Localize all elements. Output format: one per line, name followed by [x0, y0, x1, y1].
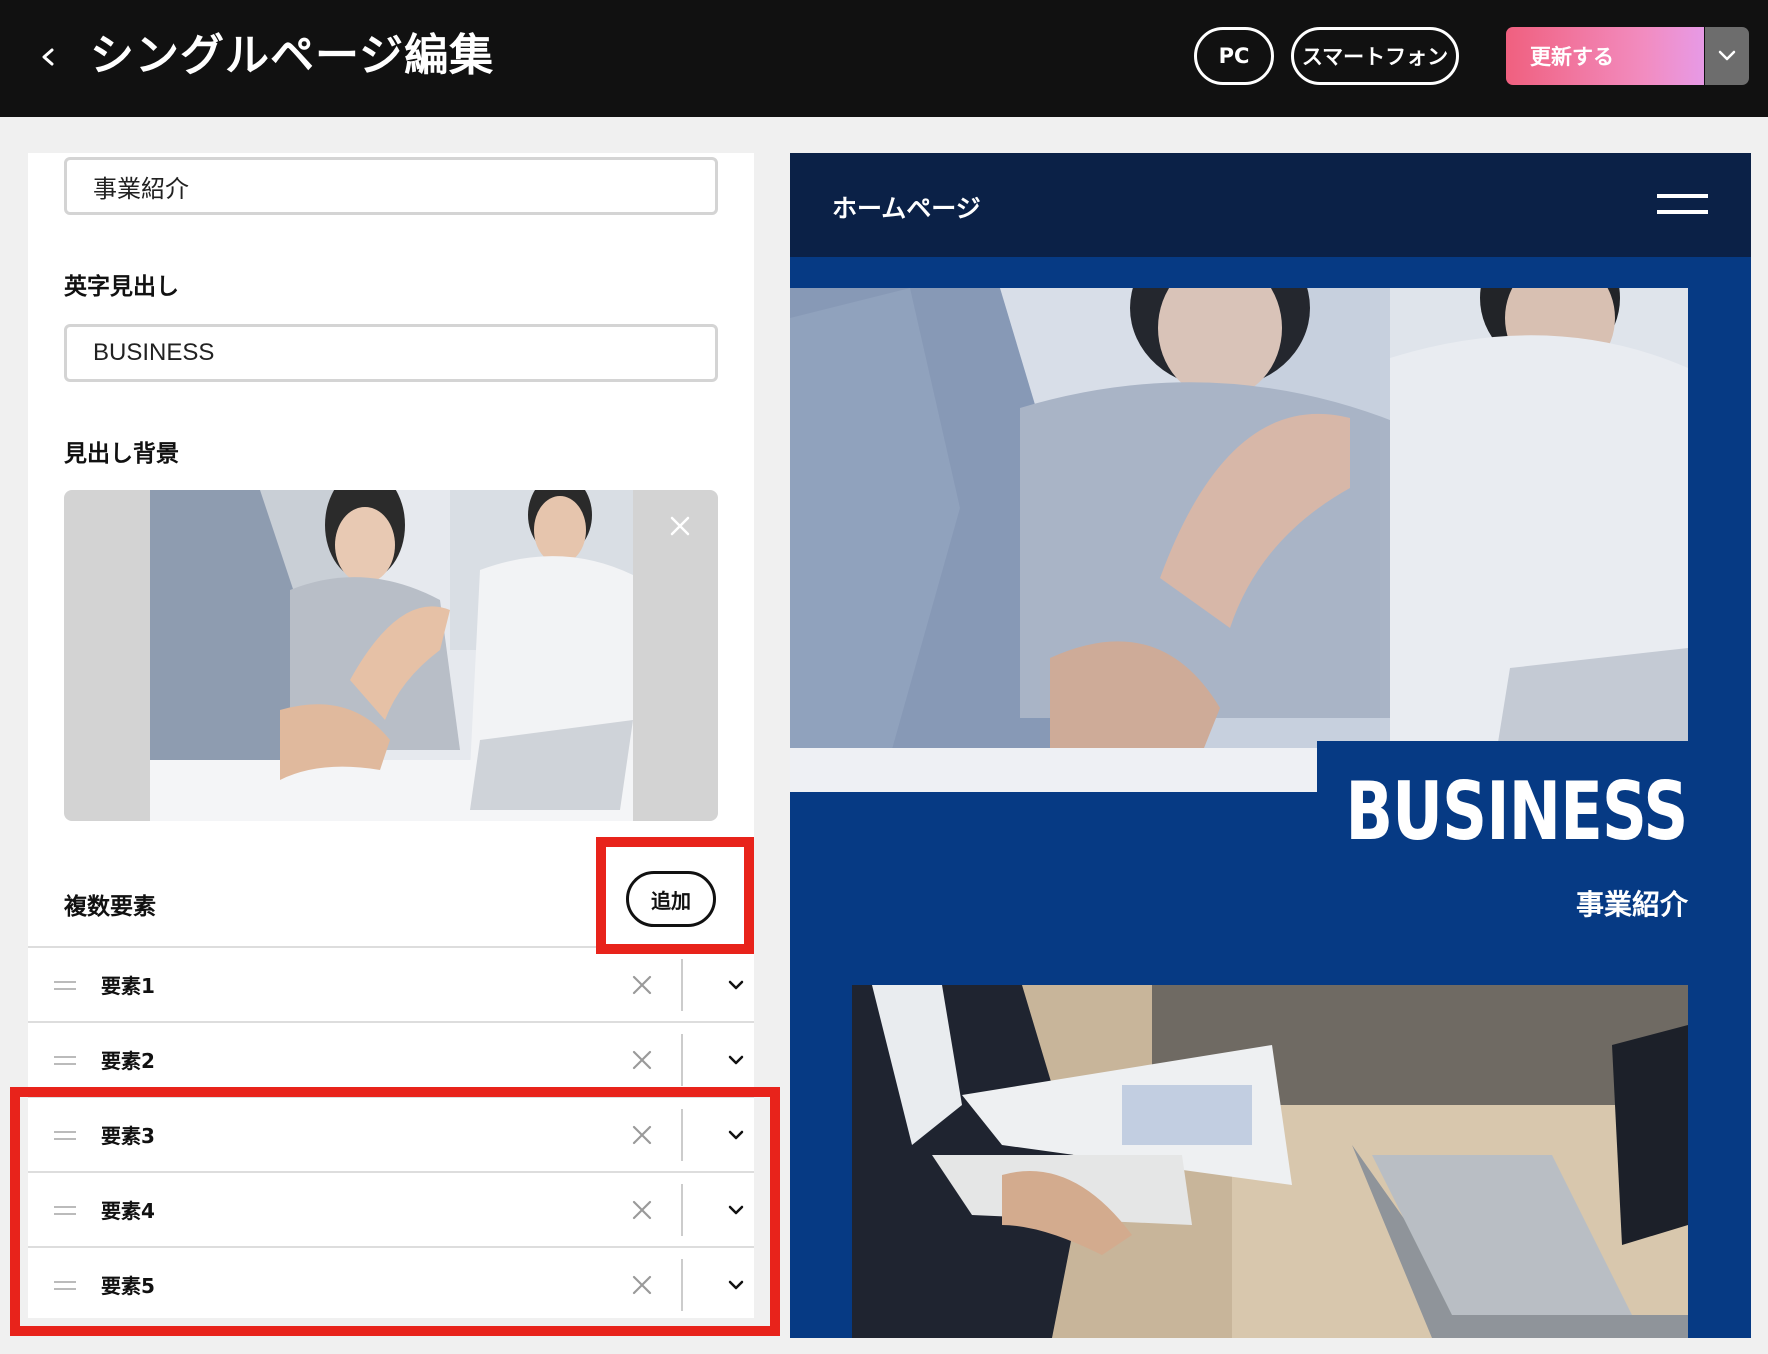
- delete-icon[interactable]: [631, 1199, 653, 1221]
- list-item[interactable]: 要素1: [28, 946, 754, 1021]
- heading-input[interactable]: 事業紹介: [64, 157, 718, 215]
- chevron-down-icon[interactable]: [728, 1203, 744, 1217]
- divider: [681, 1034, 683, 1086]
- element-list: 要素1 要素2 要素3 要素4 要素5: [28, 946, 754, 1318]
- chevron-down-icon[interactable]: [728, 1278, 744, 1292]
- english-heading-label: 英字見出し: [64, 274, 179, 300]
- preview-heading-en: BUSINESS: [1345, 765, 1689, 858]
- editor-panel: 事業紹介 英字見出し BUSINESS 見出し背景 複数要素 追加 要素1 要素…: [28, 153, 754, 1318]
- list-item[interactable]: 要素5: [28, 1246, 754, 1318]
- multi-elements-label: 複数要素: [64, 894, 156, 920]
- delete-icon[interactable]: [631, 1049, 653, 1071]
- delete-icon[interactable]: [631, 974, 653, 996]
- list-item[interactable]: 要素2: [28, 1021, 754, 1096]
- chevron-down-icon[interactable]: [728, 978, 744, 992]
- divider: [681, 1259, 683, 1311]
- smartphone-view-button[interactable]: スマートフォン: [1291, 27, 1459, 85]
- list-item-label: 要素4: [101, 1199, 155, 1223]
- page-preview: ホームページ BUSINESS 事業紹介: [790, 153, 1751, 1338]
- list-item-label: 要素2: [101, 1049, 155, 1073]
- chevron-down-icon[interactable]: [728, 1053, 744, 1067]
- pc-view-button[interactable]: PC: [1194, 27, 1274, 85]
- update-button[interactable]: 更新する: [1506, 27, 1704, 85]
- heading-bg-thumbnail: [150, 490, 633, 821]
- delete-icon[interactable]: [631, 1124, 653, 1146]
- preview-hero-image: [790, 288, 1688, 792]
- preview-header: ホームページ: [790, 153, 1751, 257]
- chevron-down-icon[interactable]: [728, 1128, 744, 1142]
- drag-handle-icon[interactable]: [54, 981, 76, 990]
- english-heading-input[interactable]: BUSINESS: [64, 324, 718, 382]
- drag-handle-icon[interactable]: [54, 1206, 76, 1215]
- divider: [681, 959, 683, 1011]
- update-dropdown-button[interactable]: [1705, 27, 1749, 85]
- delete-icon[interactable]: [631, 1274, 653, 1296]
- hamburger-icon[interactable]: [1657, 194, 1708, 214]
- list-item-label: 要素3: [101, 1124, 155, 1148]
- drag-handle-icon[interactable]: [54, 1281, 76, 1290]
- chevron-down-icon: [1718, 50, 1736, 61]
- close-icon[interactable]: [668, 514, 692, 538]
- preview-heading-ja: 事業紹介: [1575, 888, 1688, 921]
- divider: [681, 1184, 683, 1236]
- drag-handle-icon[interactable]: [54, 1056, 76, 1065]
- preview-site-title: ホームページ: [832, 194, 981, 223]
- chevron-left-icon[interactable]: [34, 38, 62, 76]
- page-title: シングルページ編集: [90, 30, 495, 81]
- heading-bg-label: 見出し背景: [64, 441, 179, 467]
- add-element-button[interactable]: 追加: [626, 871, 716, 927]
- top-bar: シングルページ編集 PC スマートフォン 更新する: [0, 0, 1768, 117]
- list-item-label: 要素5: [101, 1274, 155, 1298]
- list-item[interactable]: 要素3: [28, 1096, 754, 1171]
- drag-handle-icon[interactable]: [54, 1131, 76, 1140]
- preview-section-image: [852, 985, 1688, 1338]
- divider: [681, 1109, 683, 1161]
- heading-bg-image-picker[interactable]: [64, 490, 718, 821]
- list-item[interactable]: 要素4: [28, 1171, 754, 1246]
- list-item-label: 要素1: [101, 974, 155, 998]
